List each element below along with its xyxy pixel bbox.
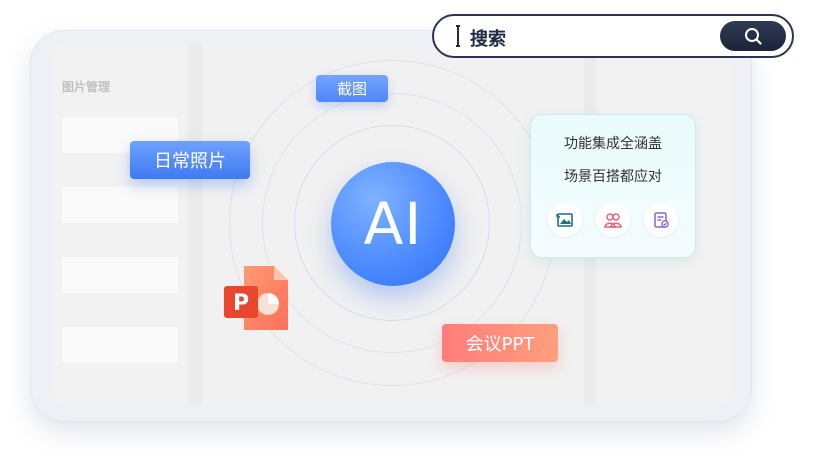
sidebar-item-2[interactable] (62, 187, 178, 223)
sidebar-item-4[interactable] (62, 327, 178, 363)
sidebar: 图片管理 (52, 44, 188, 404)
sidebar-item-3[interactable] (62, 257, 178, 293)
ppt-file-icon: P (224, 266, 288, 330)
ai-label: AI (363, 190, 423, 258)
sidebar-title: 图片管理 (62, 80, 111, 94)
text-cursor-icon (456, 25, 460, 47)
search-icon (745, 28, 762, 45)
search-input[interactable]: 搜索 (432, 14, 794, 58)
tag-meeting-ppt[interactable]: 会议PPT (442, 324, 558, 362)
ai-core-button[interactable]: AI (331, 162, 455, 286)
feature-card: 功能集成全涵盖 场景百搭都应对 (530, 114, 696, 258)
svg-text:P: P (233, 291, 249, 316)
image-icon[interactable] (548, 203, 582, 237)
people-icon[interactable] (596, 203, 630, 237)
tag-daily-photos[interactable]: 日常照片 (130, 141, 250, 179)
search-text: 搜索 (470, 29, 506, 50)
feature-line-2: 场景百搭都应对 (564, 169, 662, 185)
search-button[interactable] (720, 21, 786, 51)
tag-screenshot[interactable]: 截图 (316, 75, 388, 102)
feature-line-1: 功能集成全涵盖 (564, 136, 662, 152)
document-check-icon[interactable] (644, 203, 678, 237)
